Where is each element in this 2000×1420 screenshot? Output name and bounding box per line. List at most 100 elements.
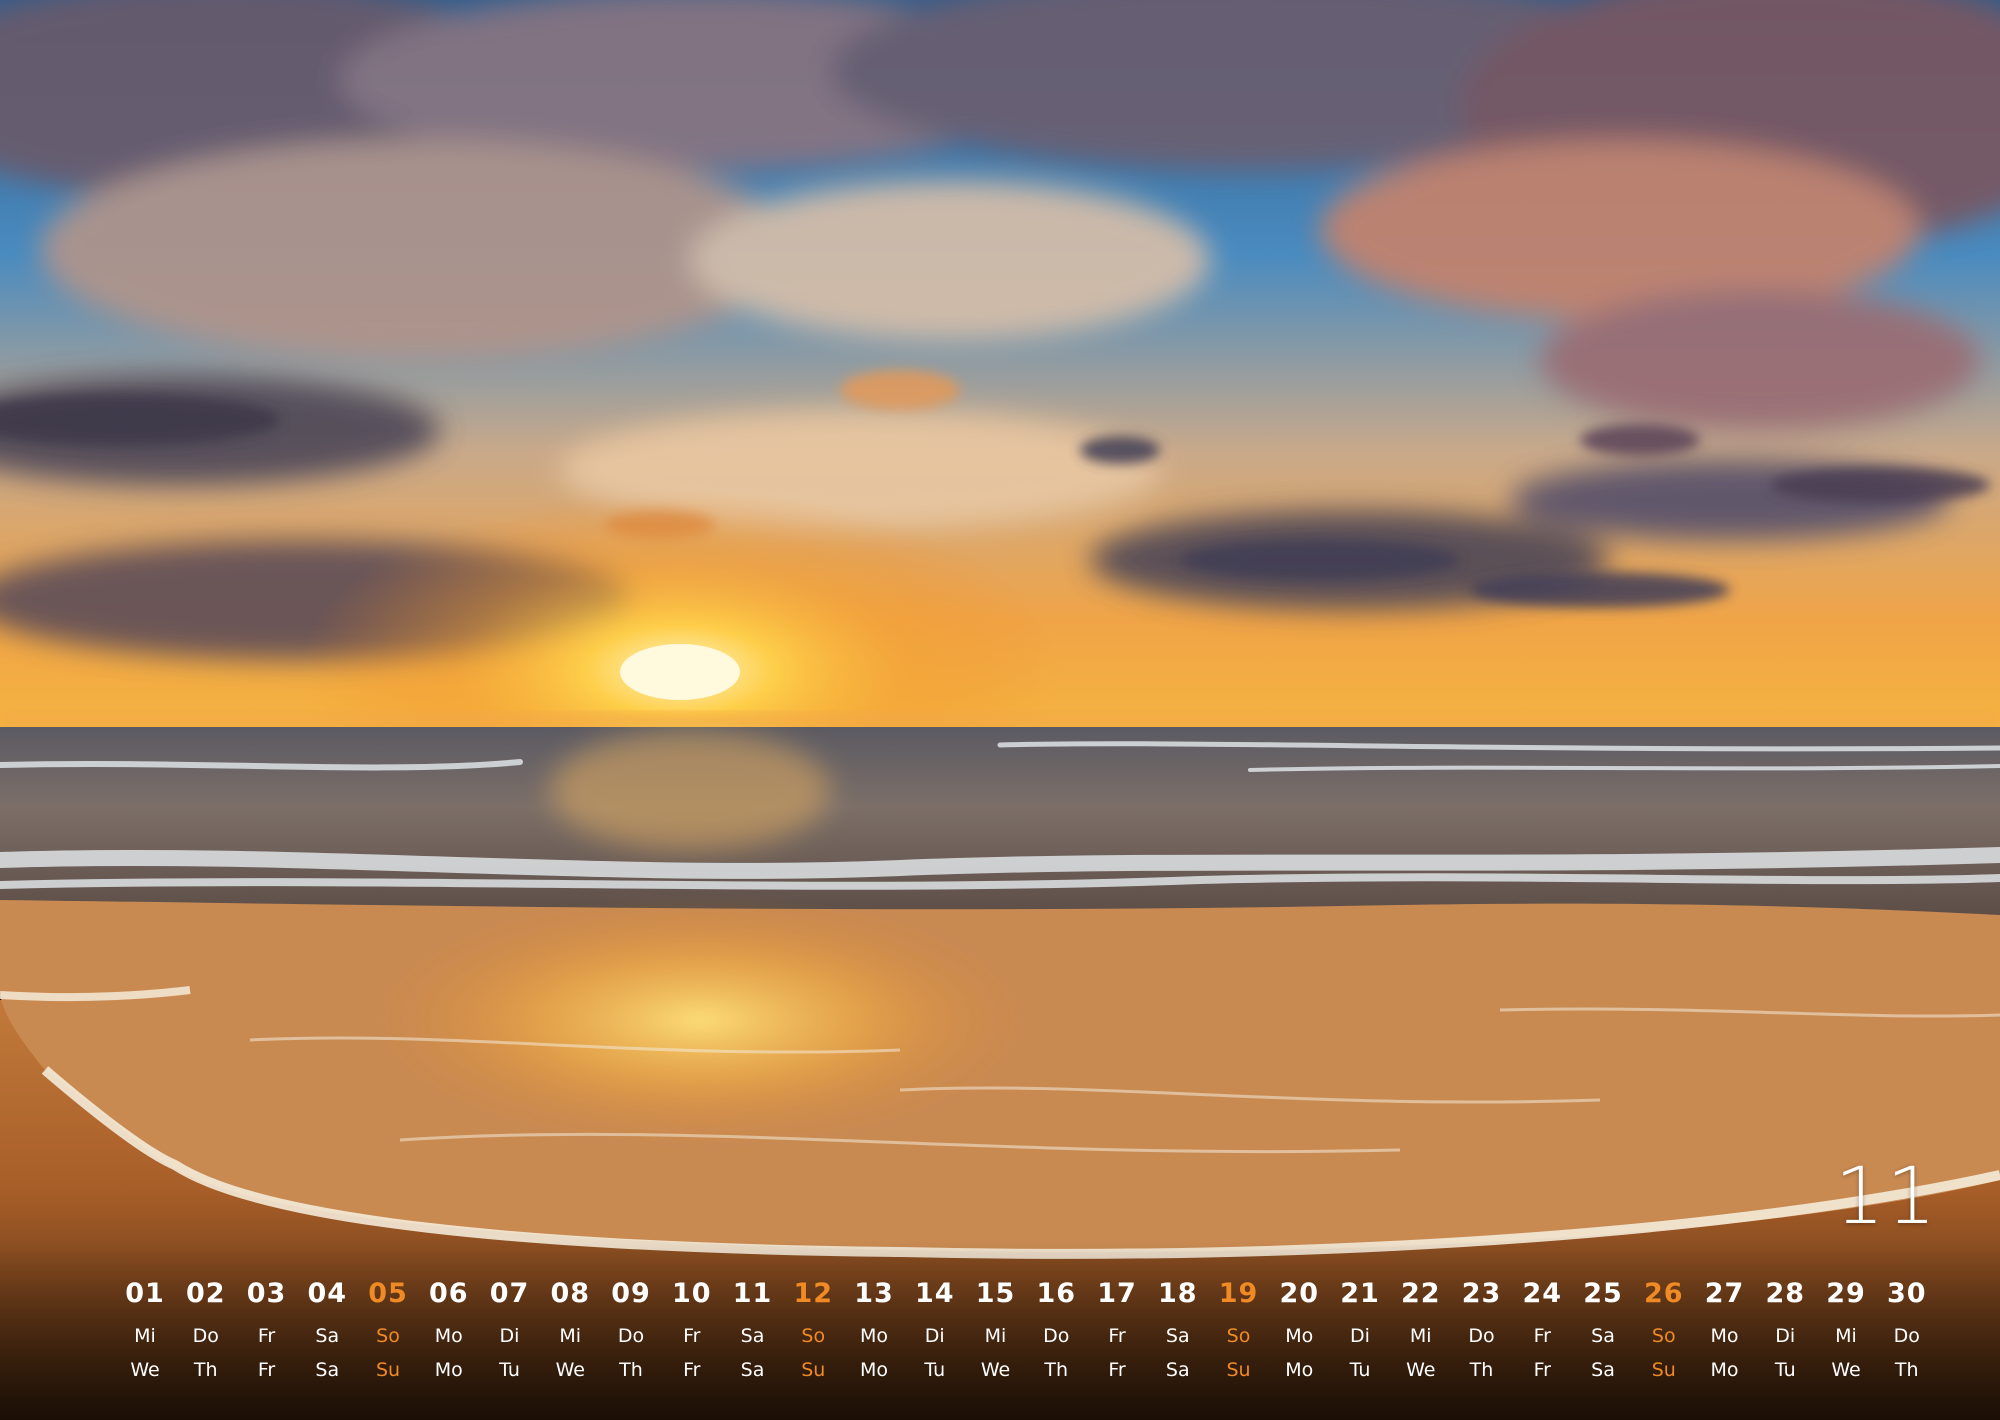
weekday-english: Su: [375, 1359, 401, 1381]
day-number: 15: [975, 1278, 1016, 1309]
calendar-day: 29 Mi We: [1817, 1275, 1875, 1387]
day-number: 08: [550, 1278, 591, 1309]
day-number: 02: [185, 1278, 226, 1309]
weekday-english: We: [1831, 1359, 1861, 1381]
day-number: 17: [1097, 1278, 1137, 1309]
weekday-german: Di: [924, 1325, 945, 1347]
weekday-english: Th: [1044, 1359, 1069, 1381]
day-number: 03: [246, 1278, 287, 1309]
calendar-day: 16 Do Th: [1027, 1275, 1085, 1387]
weekday-english: We: [980, 1359, 1011, 1381]
weekday-english: Tu: [924, 1359, 946, 1381]
weekday-english: Th: [1469, 1359, 1494, 1381]
month-number: 11: [1834, 1152, 1938, 1242]
weekday-english: Sa: [315, 1359, 340, 1381]
day-number: 29: [1826, 1278, 1866, 1309]
day-number: 06: [428, 1278, 469, 1309]
weekday-german: Do: [1468, 1325, 1495, 1347]
weekday-german: Sa: [740, 1325, 765, 1347]
weekday-german: Sa: [315, 1325, 340, 1347]
day-number: 22: [1400, 1278, 1441, 1309]
weekday-english: Fr: [1108, 1359, 1126, 1381]
day-number: 25: [1583, 1278, 1623, 1309]
calendar-day: 28 Di Tu: [1756, 1275, 1814, 1387]
weekday-english: We: [130, 1359, 160, 1381]
weekday-english: Mo: [434, 1359, 463, 1381]
calendar-day: 15 Mi We: [967, 1275, 1025, 1387]
weekday-english: Mo: [1285, 1359, 1314, 1381]
calendar-day: 13 Mo Mo: [845, 1275, 903, 1387]
weekday-german: Sa: [1165, 1325, 1190, 1347]
weekday-german: Di: [499, 1325, 520, 1347]
day-number: 13: [854, 1278, 894, 1309]
weekday-german: So: [801, 1325, 826, 1347]
weekday-german: Sa: [1591, 1325, 1615, 1347]
weekday-english: We: [555, 1359, 585, 1381]
day-number: 26: [1643, 1278, 1684, 1309]
calendar-day: 30 Do Th: [1878, 1275, 1936, 1387]
day-number: 20: [1279, 1278, 1320, 1309]
calendar-day: 17 Fr Fr: [1088, 1275, 1146, 1387]
day-number: 01: [125, 1278, 165, 1309]
day-number: 18: [1157, 1278, 1198, 1309]
calendar-day: 10 Fr Fr: [663, 1275, 721, 1387]
weekday-english: Tu: [1774, 1359, 1796, 1381]
day-number: 04: [307, 1278, 348, 1309]
weekday-english: Fr: [257, 1359, 276, 1381]
calendar-day: 01 Mi We: [116, 1275, 174, 1387]
weekday-english: Sa: [740, 1359, 765, 1381]
weekday-german: Do: [617, 1325, 645, 1347]
calendar-day: 25 Sa Sa: [1574, 1275, 1632, 1387]
weekday-german: Do: [1043, 1325, 1070, 1347]
weekday-english: Tu: [1349, 1359, 1371, 1381]
calendar-day: 04 Sa Sa: [298, 1275, 356, 1387]
day-number: 10: [671, 1278, 712, 1309]
weekday-german: Mo: [434, 1325, 463, 1347]
weekday-german: Di: [1775, 1325, 1796, 1347]
weekday-german: Mo: [859, 1325, 889, 1347]
weekday-english: Th: [193, 1359, 218, 1381]
calendar-day: 21 Di Tu: [1331, 1275, 1389, 1387]
sunset-beach-photo: [0, 0, 2000, 1420]
weekday-german: Mi: [1835, 1325, 1857, 1347]
day-number: 07: [489, 1278, 530, 1309]
calendar-day: 22 Mi We: [1392, 1275, 1450, 1387]
weekday-german: So: [1226, 1325, 1251, 1347]
weekday-german: Fr: [257, 1325, 276, 1347]
day-number: 23: [1461, 1278, 1502, 1309]
day-number: 24: [1522, 1278, 1563, 1309]
day-number: 21: [1340, 1278, 1380, 1309]
day-number: 19: [1218, 1278, 1259, 1309]
weekday-english: Su: [1226, 1359, 1251, 1381]
calendar-day: 14 Di Tu: [906, 1275, 964, 1387]
calendar-day: 24 Fr Fr: [1513, 1275, 1571, 1387]
calendar-day: 26 So Su: [1635, 1275, 1693, 1387]
calendar-day: 05 So Su: [359, 1275, 417, 1387]
weekday-german: So: [376, 1325, 400, 1347]
calendar-day: 08 Mi We: [541, 1275, 599, 1387]
day-number: 11: [732, 1278, 773, 1309]
calendar-day: 27 Mo Mo: [1696, 1275, 1754, 1387]
day-number: 27: [1704, 1278, 1745, 1309]
weekday-german: Mi: [134, 1325, 156, 1347]
day-number: 16: [1036, 1278, 1077, 1309]
weekday-german: Do: [192, 1325, 219, 1347]
weekday-english: Su: [1651, 1359, 1676, 1381]
weekday-german: Mi: [559, 1325, 582, 1347]
weekday-english: Tu: [499, 1359, 520, 1381]
weekday-english: Mo: [859, 1359, 889, 1381]
weekday-english: Sa: [1165, 1359, 1190, 1381]
weekday-english: Fr: [1533, 1359, 1551, 1381]
weekday-english: We: [1406, 1359, 1436, 1381]
weekday-german: Di: [1350, 1325, 1370, 1347]
weekday-english: Mo: [1710, 1359, 1739, 1381]
calendar-day: 03 Fr Fr: [238, 1275, 296, 1387]
weekday-german: Mo: [1710, 1325, 1739, 1347]
weekday-german: Fr: [1533, 1325, 1551, 1347]
weekday-english: Th: [619, 1359, 643, 1381]
calendar-day: 11 Sa Sa: [724, 1275, 782, 1387]
weekday-german: Do: [1893, 1325, 1920, 1347]
calendar-day: 19 So Su: [1210, 1275, 1268, 1387]
weekday-german: So: [1651, 1325, 1676, 1347]
day-number: 09: [611, 1278, 651, 1309]
